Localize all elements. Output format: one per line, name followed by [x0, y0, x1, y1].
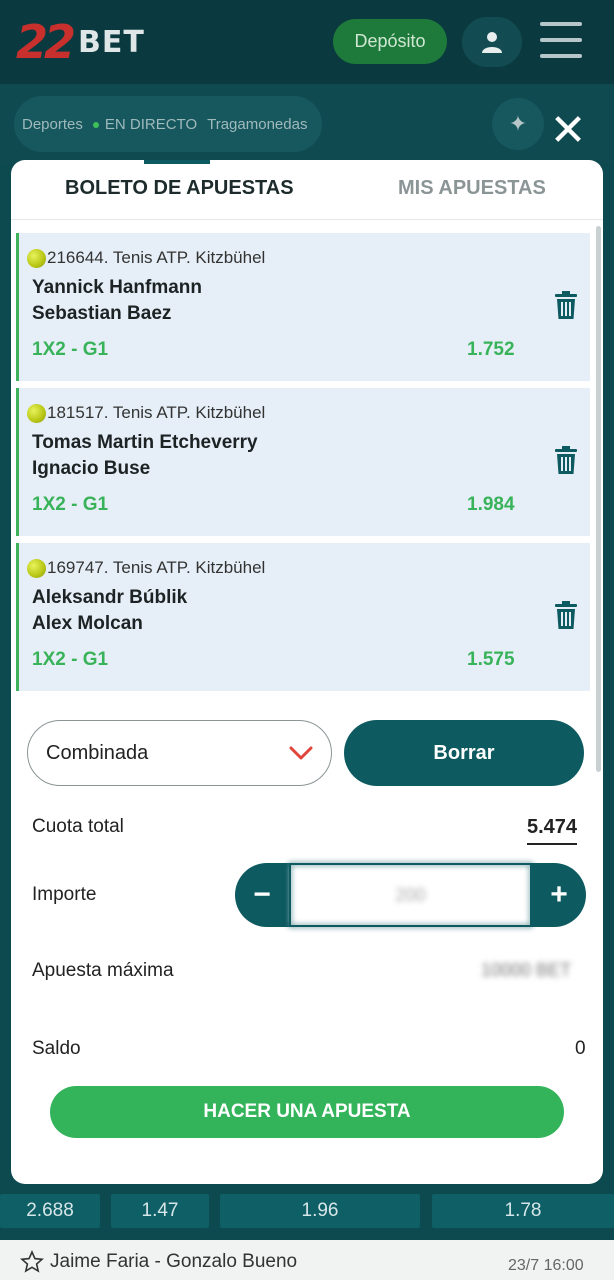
bet-odd: 1.984: [467, 494, 515, 515]
logo-text: BET: [78, 24, 145, 60]
balance-value: 0: [575, 1038, 586, 1059]
bet-type-value: Combinada: [46, 741, 149, 764]
tab-indicator: [144, 160, 210, 164]
bg-match-name: Jaime Faria - Gonzalo Bueno: [50, 1251, 298, 1272]
bet-odd: 1.752: [467, 339, 515, 360]
hamburger-menu-icon[interactable]: [540, 22, 582, 58]
bet-card: 216644. Tenis ATP. Kitzbühel Yannick Han…: [16, 233, 590, 381]
bg-match-title: Jaime Faria - Gonzalo Bueno: [20, 1250, 297, 1274]
bet-market: 1X2 - G1: [32, 649, 109, 670]
total-odds-value: 5.474: [527, 816, 578, 845]
user-button[interactable]: [462, 17, 522, 67]
bet-card: 169747. Tenis ATP. Kitzbühel Aleksandr B…: [16, 543, 590, 691]
bet-league: 169747. Tenis ATP. Kitzbühel: [47, 558, 266, 577]
bg-odd-cell: 1.96: [220, 1194, 420, 1228]
stake-label: Importe: [32, 884, 97, 905]
bet-team-2: Sebastian Baez: [32, 303, 172, 324]
increase-stake-button[interactable]: +: [532, 863, 586, 927]
bet-market: 1X2 - G1: [32, 494, 109, 515]
star-icon[interactable]: [20, 1250, 44, 1274]
nav-bar: Deportes EN DIRECTO Tragamonedas ✦: [0, 84, 614, 164]
place-bet-button[interactable]: HACER UNA APUESTA: [50, 1086, 564, 1138]
betslip-tabs: BOLETO DE APUESTAS MIS APUESTAS: [11, 160, 603, 220]
tennis-ball-icon: [27, 249, 46, 268]
logo[interactable]: 22 BET: [16, 14, 145, 70]
bet-team-1: Tomas Martin Etcheverry: [32, 432, 258, 453]
bg-odd-cell: 2.688: [0, 1194, 100, 1228]
bet-league: 216644. Tenis ATP. Kitzbühel: [47, 248, 266, 267]
bet-type-select[interactable]: Combinada: [27, 720, 332, 786]
clear-button[interactable]: Borrar: [344, 720, 584, 786]
bet-league: 181517. Tenis ATP. Kitzbühel: [47, 403, 266, 422]
bet-team-2: Ignacio Buse: [32, 458, 151, 479]
bg-odd-cell: 1.78: [432, 1194, 614, 1228]
bg-odd-cell: 1.47: [111, 1194, 209, 1228]
logo-number: 22: [16, 15, 76, 69]
bet-card: 181517. Tenis ATP. Kitzbühel Tomas Marti…: [16, 388, 590, 536]
scrollbar[interactable]: [596, 226, 601, 772]
decrease-stake-button[interactable]: −: [235, 863, 289, 927]
tennis-ball-icon: [27, 404, 46, 423]
nav-tabs: Deportes EN DIRECTO Tragamonedas: [14, 96, 322, 152]
bg-match-time: 23/7 16:00: [508, 1257, 584, 1274]
nav-tab-sports[interactable]: Deportes: [22, 116, 83, 133]
tennis-ball-icon: [27, 559, 46, 578]
stake-input-frame: [289, 863, 532, 927]
max-bet-value: 10000 BET: [481, 960, 572, 980]
balance-label: Saldo: [32, 1038, 81, 1059]
nav-tab-live[interactable]: EN DIRECTO: [92, 116, 197, 133]
trash-icon[interactable]: [555, 446, 577, 474]
top-bar: 22 BET Depósito: [0, 0, 614, 84]
tab-my-bets[interactable]: MIS APUESTAS: [398, 177, 546, 200]
live-dot-icon: [92, 121, 99, 128]
close-icon[interactable]: ✕: [545, 108, 591, 154]
bet-team-1: Yannick Hanfmann: [32, 277, 202, 298]
max-bet-label: Apuesta máxima: [32, 960, 174, 981]
stake-stepper: − +: [235, 863, 586, 927]
chevron-down-icon: [289, 746, 313, 760]
trash-icon[interactable]: [555, 601, 577, 629]
bet-team-2: Alex Molcan: [32, 613, 143, 634]
click-pointer-icon[interactable]: ✦: [492, 98, 544, 150]
user-icon: [482, 32, 502, 53]
betslip-modal: BOLETO DE APUESTAS MIS APUESTAS 216644. …: [11, 160, 603, 1184]
total-odds-label: Cuota total: [32, 816, 124, 837]
nav-tab-slots[interactable]: Tragamonedas: [207, 116, 307, 133]
trash-icon[interactable]: [555, 291, 577, 319]
deposit-button[interactable]: Depósito: [333, 19, 447, 64]
bet-market: 1X2 - G1: [32, 339, 109, 360]
bet-team-1: Aleksandr Búblik: [32, 587, 188, 608]
tab-betslip[interactable]: BOLETO DE APUESTAS: [65, 177, 294, 200]
bet-odd: 1.575: [467, 649, 515, 670]
